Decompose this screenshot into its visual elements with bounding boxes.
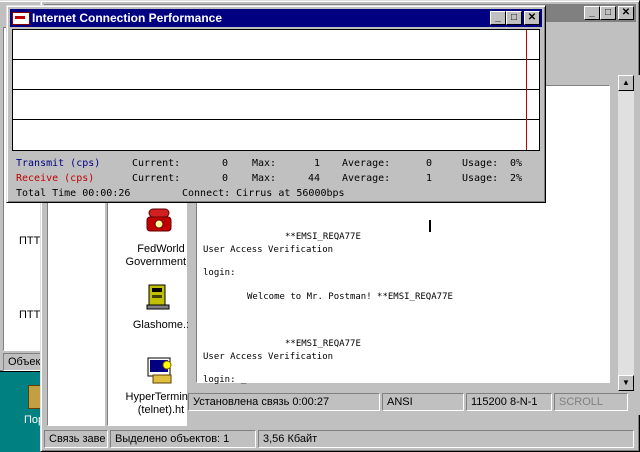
maximize-button[interactable]: □ <box>600 6 616 20</box>
terminal-status-scroll: SCROLL <box>554 393 628 411</box>
perf-window-title: Internet Connection Performance <box>32 11 223 25</box>
phone-icon[interactable] <box>145 207 173 233</box>
terminal-line-1: **EMSI_REQA77E <box>285 232 361 242</box>
terminal-line-6: User Access Verification <box>203 352 334 362</box>
modem-icon[interactable] <box>145 283 171 311</box>
transmit-usage-value: 0% <box>510 158 523 169</box>
receive-max-label: Max: <box>252 173 277 184</box>
total-time: Total Time 00:00:26 <box>16 188 131 199</box>
graph-time-cursor <box>526 30 527 150</box>
left-item-2[interactable]: ПТТ <box>19 309 40 321</box>
scroll-up-button[interactable]: ▲ <box>618 75 634 91</box>
summary-row: Total Time 00:00:26 Connect: Cirrus at 5… <box>16 186 541 201</box>
terminal-line-5: **EMSI_REQA77E <box>285 339 361 349</box>
graph-line-1 <box>13 59 539 60</box>
terminal-status-emulation: ANSI <box>382 393 464 411</box>
receive-row: Receive (cps) Current: 0 Max: 44 Average… <box>16 171 541 186</box>
transmit-max-value: 1 <box>314 158 321 169</box>
transmit-current-label: Current: <box>132 158 181 169</box>
receive-max-value: 44 <box>308 173 321 184</box>
minimize-button[interactable]: _ <box>584 6 600 20</box>
receive-avg-value: 1 <box>426 173 433 184</box>
left-item-1[interactable]: ПТТ <box>19 235 40 247</box>
perf-window[interactable]: Internet Connection Performance _ □ ✕ Tr… <box>6 5 546 203</box>
perf-minimize-button[interactable]: _ <box>490 11 506 25</box>
folder-status-selected: Выделено объектов: 1 <box>110 430 256 448</box>
perf-maximize-button[interactable]: □ <box>506 11 522 25</box>
transmit-avg-label: Average: <box>342 158 391 169</box>
terminal-status-port: 115200 8-N-1 <box>466 393 552 411</box>
folder-status-size: 3,56 Кбайт <box>258 430 634 448</box>
perf-titlebar[interactable]: Internet Connection Performance _ □ ✕ <box>10 9 542 27</box>
terminal-line-4: Welcome to Mr. Postman! **EMSI_REQA77E <box>247 292 453 302</box>
perf-stats: Transmit (cps) Current: 0 Max: 1 Average… <box>16 156 541 201</box>
graph-line-2 <box>13 89 539 90</box>
folder-status-connection: Связь заве <box>44 430 108 448</box>
text-cursor-icon <box>429 220 431 232</box>
close-button[interactable]: ✕ <box>618 6 634 20</box>
terminal-scrollbar[interactable]: ▲ ▼ <box>618 75 634 391</box>
transmit-avg-value: 0 <box>426 158 433 169</box>
hyperterminal-icon[interactable] <box>145 355 175 385</box>
receive-usage-value: 2% <box>510 173 523 184</box>
transmit-usage-label: Usage: <box>462 158 499 169</box>
receive-avg-label: Average: <box>342 173 391 184</box>
perf-app-icon <box>12 12 30 25</box>
transmit-current-value: 0 <box>222 158 229 169</box>
perf-close-button[interactable]: ✕ <box>524 11 540 25</box>
receive-current-label: Current: <box>132 173 181 184</box>
receive-current-value: 0 <box>222 173 229 184</box>
receive-usage-label: Usage: <box>462 173 499 184</box>
terminal-status-connected: Установлена связь 0:00:27 <box>188 393 380 411</box>
receive-label: Receive (cps) <box>16 173 95 184</box>
perf-graph <box>12 29 540 151</box>
transmit-max-label: Max: <box>252 158 277 169</box>
terminal-line-3: login: <box>203 268 236 278</box>
transmit-label: Transmit (cps) <box>16 158 101 169</box>
transmit-row: Transmit (cps) Current: 0 Max: 1 Average… <box>16 156 541 171</box>
terminal-line-2: User Access Verification <box>203 245 334 255</box>
terminal-line-7: login: _ <box>203 375 247 385</box>
graph-line-3 <box>13 119 539 120</box>
scroll-down-button[interactable]: ▼ <box>618 375 634 391</box>
connect-info: Connect: Cirrus at 56000bps <box>182 188 345 199</box>
